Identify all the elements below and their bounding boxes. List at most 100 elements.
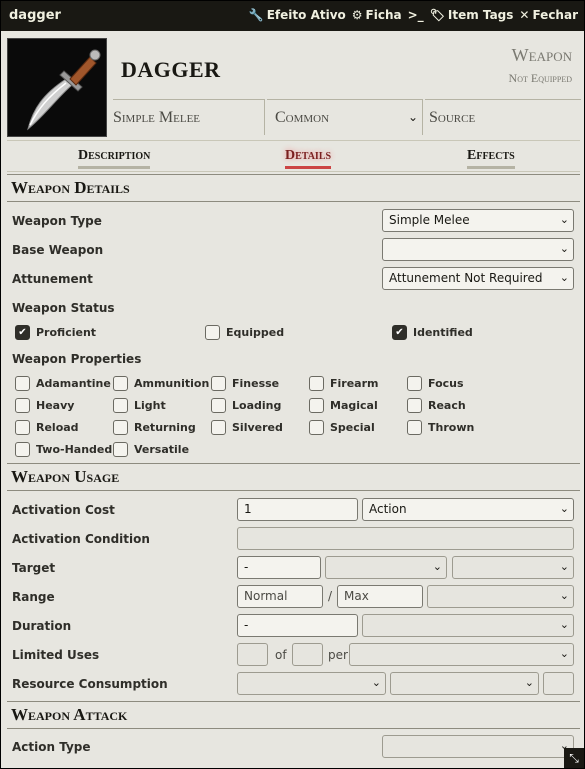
uses-value-input[interactable]: [237, 643, 268, 666]
active-effect-button[interactable]: 🔧 Efeito Ativo: [249, 8, 346, 22]
property-adamantine-checkbox[interactable]: Adamantine: [15, 376, 111, 391]
item-name[interactable]: DAGGER: [121, 57, 221, 83]
consume-amount-input[interactable]: [543, 672, 574, 695]
terminal-button[interactable]: >_: [408, 8, 424, 22]
checkbox-checked-icon: ✔: [392, 325, 407, 340]
base-weapon-label: Base Weapon: [12, 243, 104, 257]
chevron-down-icon: ⌄: [559, 271, 569, 284]
sheet-button[interactable]: ⚙ Ficha: [352, 8, 402, 22]
identified-label: Identified: [413, 326, 473, 339]
attunement-select[interactable]: Attunement Not Required ⌄: [382, 267, 574, 290]
property-special-checkbox[interactable]: Special: [309, 420, 375, 435]
property-label: Firearm: [330, 377, 379, 390]
attunement-label: Attunement: [12, 272, 93, 286]
property-silvered-checkbox[interactable]: Silvered: [211, 420, 283, 435]
item-image[interactable]: [7, 38, 107, 137]
item-tags-button[interactable]: 🏷 Item Tags: [430, 8, 514, 22]
target-label: Target: [12, 561, 56, 575]
uses-period-select[interactable]: ⌄: [349, 643, 574, 666]
target-type-select[interactable]: ⌄: [452, 556, 574, 579]
tags-icon: 🏷: [429, 8, 445, 22]
checkbox-empty-icon: [15, 442, 30, 457]
window-header: dagger 🔧 Efeito Ativo ⚙ Ficha >_ 🏷 Item …: [1, 1, 584, 31]
activation-type-select[interactable]: Action ⌄: [362, 498, 574, 521]
base-weapon-select[interactable]: ⌄: [382, 238, 574, 261]
property-label: Finesse: [232, 377, 280, 390]
consume-target-select[interactable]: ⌄: [390, 672, 539, 695]
checkbox-empty-icon: [211, 376, 226, 391]
weapon-type-value: Simple Melee: [389, 213, 470, 227]
property-label: Loading: [232, 399, 282, 412]
close-label: Fechar: [532, 8, 578, 22]
property-versatile-checkbox[interactable]: Versatile: [113, 442, 189, 457]
resize-handle-icon[interactable]: ⤡: [564, 748, 584, 768]
identified-checkbox[interactable]: ✔ Identified: [392, 325, 473, 340]
property-label: Adamantine: [36, 377, 111, 390]
duration-units-select[interactable]: ⌄: [362, 614, 574, 637]
property-thrown-checkbox[interactable]: Thrown: [407, 420, 474, 435]
property-finesse-checkbox[interactable]: Finesse: [211, 376, 279, 391]
tab-description[interactable]: Description: [78, 148, 151, 169]
rarity-select[interactable]: Common ⌄: [267, 99, 423, 135]
activation-cost-input[interactable]: 1: [237, 498, 358, 521]
property-ammunition-checkbox[interactable]: Ammunition: [113, 376, 209, 391]
per-label: per: [328, 648, 348, 662]
rarity-value: Common: [275, 108, 330, 126]
property-heavy-checkbox[interactable]: Heavy: [15, 398, 74, 413]
activation-cost-label: Activation Cost: [12, 503, 115, 517]
property-light-checkbox[interactable]: Light: [113, 398, 166, 413]
property-label: Silvered: [232, 421, 283, 434]
range-max-input[interactable]: Max: [337, 585, 423, 608]
range-separator: /: [328, 589, 333, 603]
property-label: Versatile: [134, 443, 190, 456]
tab-effects[interactable]: Effects: [467, 148, 515, 169]
checkbox-checked-icon: ✔: [15, 325, 30, 340]
checkbox-empty-icon: [15, 376, 30, 391]
property-label: Heavy: [36, 399, 75, 412]
consume-type-select[interactable]: ⌄: [237, 672, 386, 695]
checkbox-empty-icon: [15, 420, 30, 435]
equipped-checkbox[interactable]: Equipped: [205, 325, 284, 340]
checkbox-empty-icon: [309, 376, 324, 391]
chevron-down-icon: ⌄: [559, 618, 569, 631]
checkbox-empty-icon: [407, 398, 422, 413]
checkbox-empty-icon: [211, 398, 226, 413]
property-two-handed-checkbox[interactable]: Two-Handed: [15, 442, 112, 457]
of-label: of: [275, 648, 287, 662]
duration-value-input[interactable]: -: [237, 614, 358, 637]
property-label: Ammunition: [134, 377, 210, 390]
property-label: Light: [134, 399, 166, 412]
gear-icon: ⚙: [351, 8, 363, 22]
weapon-type-select[interactable]: Simple Melee ⌄: [382, 209, 574, 232]
checkbox-empty-icon: [15, 398, 30, 413]
dagger-icon: [8, 39, 106, 136]
property-loading-checkbox[interactable]: Loading: [211, 398, 281, 413]
property-firearm-checkbox[interactable]: Firearm: [309, 376, 378, 391]
property-focus-checkbox[interactable]: Focus: [407, 376, 464, 391]
active-effect-label: Efeito Ativo: [266, 8, 346, 22]
checkbox-empty-icon: [113, 420, 128, 435]
property-reach-checkbox[interactable]: Reach: [407, 398, 466, 413]
activation-type-value: Action: [369, 502, 407, 516]
property-label: Reach: [428, 399, 466, 412]
range-normal-input[interactable]: Normal: [237, 585, 323, 608]
proficient-checkbox[interactable]: ✔ Proficient: [15, 325, 96, 340]
property-returning-checkbox[interactable]: Returning: [113, 420, 196, 435]
range-units-select[interactable]: ⌄: [427, 585, 574, 608]
target-value-input[interactable]: -: [237, 556, 321, 579]
target-units-select[interactable]: ⌄: [325, 556, 447, 579]
checkbox-empty-icon: [309, 420, 324, 435]
chevron-down-icon: ⌄: [524, 676, 534, 689]
property-label: Magical: [330, 399, 378, 412]
action-type-select[interactable]: ⌄: [382, 735, 574, 758]
weapon-status-label: Weapon Status: [12, 301, 115, 315]
duration-label: Duration: [12, 619, 72, 633]
chevron-down-icon: ⌄: [432, 560, 442, 573]
uses-max-input[interactable]: [292, 643, 323, 666]
source-field[interactable]: Source: [425, 99, 581, 135]
property-reload-checkbox[interactable]: Reload: [15, 420, 79, 435]
activation-condition-input[interactable]: [237, 527, 574, 550]
property-magical-checkbox[interactable]: Magical: [309, 398, 378, 413]
tab-details[interactable]: Details: [285, 148, 332, 169]
close-button[interactable]: ✕ Fechar: [519, 8, 578, 22]
